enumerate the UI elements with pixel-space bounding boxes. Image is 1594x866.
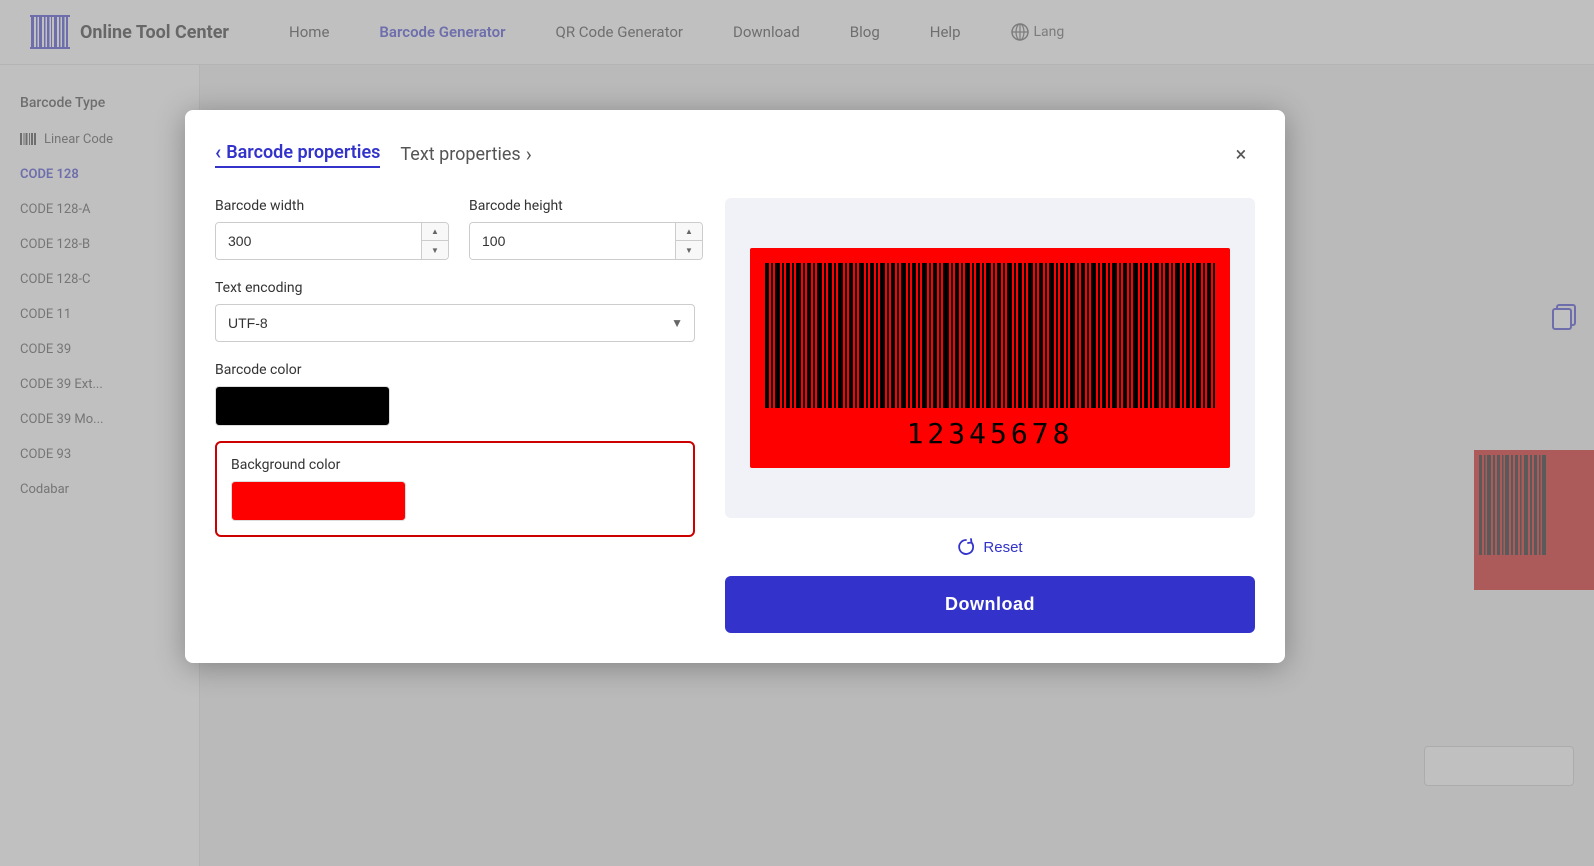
barcode-preview: 12345678 [750, 248, 1230, 468]
barcode-height-up[interactable]: ▲ [676, 223, 702, 241]
barcode-height-down[interactable]: ▼ [676, 241, 702, 259]
reset-icon [957, 538, 975, 556]
modal-body: Barcode width ▲ ▼ Barcode height [215, 198, 1255, 633]
barcode-width-up[interactable]: ▲ [422, 223, 448, 241]
barcode-width-input-wrap: ▲ ▼ [215, 222, 449, 260]
barcode-height-input-wrap: ▲ ▼ [469, 222, 703, 260]
modal-dialog: ‹ Barcode properties Text properties › ×… [185, 110, 1285, 663]
barcode-preview-area: 12345678 [725, 198, 1255, 518]
dimensions-row: Barcode width ▲ ▼ Barcode height [215, 198, 695, 260]
text-encoding-group: Text encoding UTF-8 UTF-16 ASCII ▼ [215, 280, 695, 342]
close-button[interactable]: × [1227, 140, 1255, 168]
left-panel: Barcode width ▲ ▼ Barcode height [215, 198, 695, 633]
reset-label: Reset [983, 539, 1022, 556]
chevron-right-icon: › [526, 142, 532, 166]
text-encoding-select[interactable]: UTF-8 UTF-16 ASCII [215, 304, 695, 342]
modal-header: ‹ Barcode properties Text properties › × [215, 140, 1255, 168]
download-button[interactable]: Download [725, 576, 1255, 633]
barcode-width-down[interactable]: ▼ [422, 241, 448, 259]
right-panel: 12345678 Reset Download [725, 198, 1255, 633]
barcode-height-input[interactable] [470, 223, 675, 259]
modal-tabs: ‹ Barcode properties Text properties › [215, 140, 532, 168]
text-encoding-select-wrap: UTF-8 UTF-16 ASCII ▼ [215, 304, 695, 342]
tab-text-properties-label: Text properties [400, 144, 520, 165]
background-color-section: Background color [215, 441, 695, 537]
barcode-width-group: Barcode width ▲ ▼ [215, 198, 449, 260]
tab-barcode-properties[interactable]: ‹ Barcode properties [215, 140, 380, 168]
tab-barcode-properties-label: Barcode properties [226, 142, 380, 163]
background-color-label: Background color [231, 457, 679, 473]
barcode-color-swatch[interactable] [215, 386, 390, 426]
barcode-height-spinners: ▲ ▼ [675, 223, 702, 259]
barcode-height-group: Barcode height ▲ ▼ [469, 198, 703, 260]
barcode-height-label: Barcode height [469, 198, 703, 214]
tab-text-properties[interactable]: Text properties › [400, 142, 531, 166]
background-color-swatch[interactable] [231, 481, 406, 521]
barcode-color-label: Barcode color [215, 362, 695, 378]
barcode-width-label: Barcode width [215, 198, 449, 214]
barcode-width-spinners: ▲ ▼ [421, 223, 448, 259]
barcode-svg: 12345678 [760, 258, 1220, 458]
reset-button[interactable]: Reset [957, 538, 1022, 556]
text-encoding-label: Text encoding [215, 280, 695, 296]
svg-text:12345678: 12345678 [907, 417, 1074, 450]
barcode-color-group: Barcode color [215, 362, 695, 426]
barcode-width-input[interactable] [216, 223, 421, 259]
chevron-left-icon: ‹ [215, 140, 221, 164]
